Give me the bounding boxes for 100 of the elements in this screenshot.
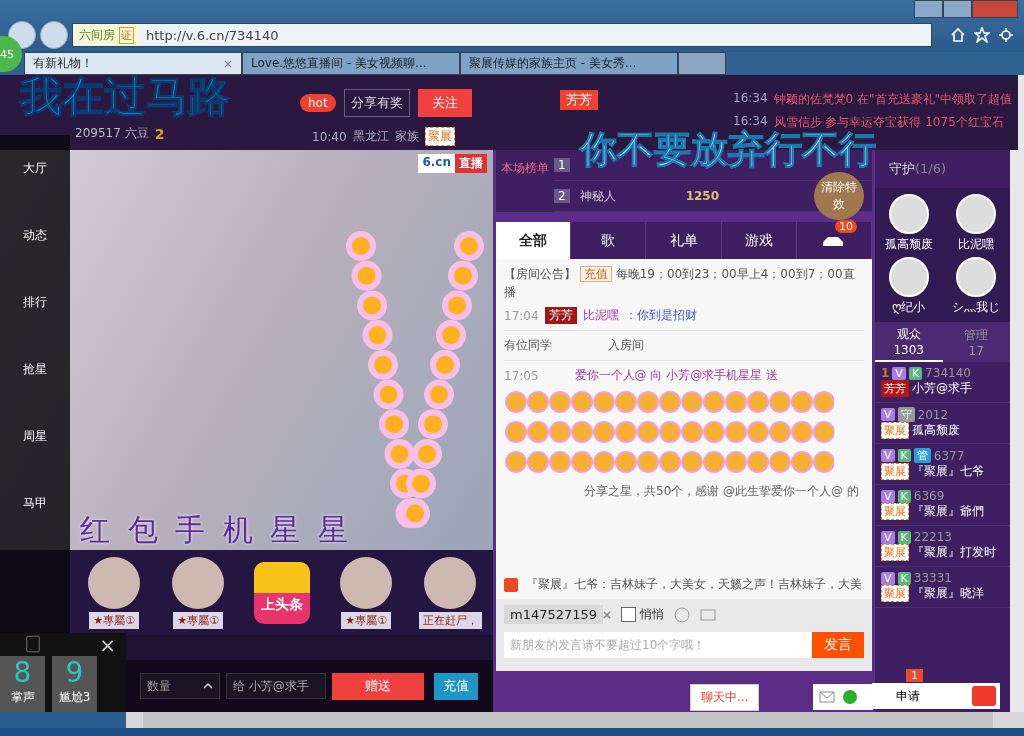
level-text: 2 [154, 125, 165, 142]
user-name[interactable]: 『聚展』七爷 [912, 463, 984, 480]
remove-icon[interactable] [603, 610, 612, 619]
host-flag: 芳芳 [560, 90, 598, 110]
user-badge: V [881, 530, 895, 544]
cert-badge: 证 [119, 26, 134, 44]
sidebar-item[interactable]: 周星 [0, 403, 70, 470]
user-name[interactable]: 『聚展』晓洋 [912, 585, 984, 602]
message-time: 17:05 [504, 368, 539, 383]
avatar-circle[interactable] [956, 194, 997, 234]
user-chip[interactable]: m147527159 [504, 605, 604, 624]
user-id: 33331 [913, 571, 952, 585]
count-badge: 1 [906, 669, 923, 682]
sidebar-item[interactable]: 动态 [0, 202, 70, 269]
message-time: 17:04 [504, 308, 539, 323]
user-id: 2012 [917, 407, 949, 422]
reaction-card[interactable]: 9 尴尬3 [52, 656, 97, 712]
scrollbar[interactable] [1010, 75, 1024, 712]
avatar-ribbon: ★專屬① [173, 611, 223, 629]
user-badge: V [881, 571, 895, 585]
address-bar[interactable]: 六间房 证 http://v.6.cn/734140 [72, 23, 932, 47]
chat-tab[interactable]: 全部 [496, 222, 572, 259]
user-name[interactable]: 『聚展』打发时 [912, 544, 996, 561]
user-badge: 守 [897, 407, 915, 422]
close-tab-button[interactable]: × [222, 56, 233, 71]
apply-label: 申请 [896, 687, 920, 705]
user-id: 6377 [933, 448, 965, 463]
guard-name: シ灬我じ [952, 299, 1001, 316]
video-caption: 红 包 手 机 星 星 [80, 513, 352, 546]
avatar-circle[interactable] [172, 556, 224, 609]
browser-tab[interactable]: 有新礼物！ × [24, 52, 242, 75]
user-name[interactable]: 『聚展』爺們 [912, 503, 984, 520]
sidebar-item[interactable]: 抢星 [0, 336, 70, 403]
avatar-circle[interactable] [888, 257, 929, 297]
mail-icon[interactable] [819, 691, 835, 703]
avatar-circle[interactable] [340, 556, 392, 609]
guard-name: 比泥嘿 [958, 236, 995, 253]
sidebar-item[interactable]: 大厅 [0, 135, 70, 202]
user-id: 734140 [925, 366, 971, 380]
url-text: http://v.6.cn/734140 [146, 27, 280, 43]
user-badge: V [892, 366, 906, 380]
system-message: 有位同学 [504, 337, 552, 354]
close-button[interactable]: × [99, 633, 116, 657]
scrollbar[interactable] [126, 712, 1024, 728]
settings-icon [998, 27, 1014, 43]
forward-button[interactable] [40, 21, 68, 49]
site-label: 六间房 [79, 26, 115, 44]
reaction-card[interactable]: 8 掌声 [0, 656, 45, 712]
apply-bar[interactable]: 申请 [872, 683, 1000, 709]
browser-tab[interactable]: Love.悠悠直播间 - 美女视频聊... [242, 52, 460, 75]
message-input[interactable]: 新朋友的发言请不要超过10个字哦！ [504, 632, 812, 658]
avatar-circle[interactable] [88, 556, 140, 609]
quantity-field[interactable]: 数量 [140, 673, 220, 699]
user-name[interactable]: 小芳@求手 [912, 380, 972, 397]
window-controls[interactable] [914, 0, 1018, 18]
avatar-circle[interactable] [956, 257, 997, 297]
gift-thanks-text: 分享之星，共50个，感谢 @此生挚爱你一个人@ 的 [584, 483, 860, 500]
count-badge: 10 [835, 220, 857, 233]
beans-text: 209517 六豆 [75, 125, 149, 142]
user-tag: 聚展 [881, 585, 909, 602]
user-badge: V [881, 489, 895, 503]
user-badge: V [881, 449, 895, 462]
user-badge: K [908, 366, 923, 380]
user-badge: V [881, 408, 895, 421]
new-tab-button[interactable] [678, 52, 726, 75]
avatar-ribbon: 正在赶尸， [418, 611, 482, 629]
overlay-text: 我在过马路 [20, 76, 230, 118]
message-text: ：你到是招财 [624, 307, 697, 324]
location-text: 黑龙江 [352, 128, 389, 145]
browser-tab[interactable]: 聚展传媒的家族主页 - 美女秀... [460, 52, 678, 75]
sidebar-item[interactable]: 排行 [0, 269, 70, 336]
speaker-icon [504, 577, 518, 592]
recipient-field[interactable]: 给 小芳@求手 [226, 673, 326, 699]
rank-number: 2 [554, 189, 570, 203]
guard-name: 孤高颓废 [884, 236, 933, 253]
chat-status[interactable]: 聊天中... [690, 684, 760, 711]
check-icon[interactable] [843, 690, 857, 704]
share-button[interactable]: 分享有奖 [343, 89, 410, 117]
user-badge: K [897, 489, 911, 503]
user-badge: K [897, 449, 911, 462]
avatar-circle[interactable] [888, 194, 929, 234]
audience-tab[interactable]: 管理 17 [942, 322, 1010, 362]
audience-tab[interactable]: 观众 1303 [875, 322, 943, 362]
phone-icon [26, 635, 40, 653]
avatar-ribbon: ★專屬① [89, 611, 139, 629]
user-name[interactable]: 比泥嘿 [582, 307, 619, 324]
ranking-label[interactable]: 本场榜单 [496, 150, 554, 212]
notice-text: 16:34 风雪信步 参与幸运夺宝获得 1075个红宝石 [733, 114, 1005, 129]
gift-message: 爱你一个人@ 向 小芳@求手机星星 送 [574, 367, 779, 384]
user-tag: 芳芳 [881, 380, 909, 397]
guard-title: 守护(1/6) [888, 160, 948, 178]
user-name[interactable]: 孤高颓废 [912, 422, 960, 439]
user-tag: 芳芳 [544, 307, 577, 324]
sidebar-item[interactable]: 马甲 [0, 470, 70, 537]
follow-button[interactable]: 关注 [417, 89, 472, 117]
headline-badge[interactable]: 上头条 [254, 561, 310, 624]
user-id: 6369 [913, 489, 945, 503]
avatar-circle[interactable] [424, 556, 476, 609]
send-gift-button[interactable]: 赠送 [332, 672, 424, 700]
whisper-checkbox[interactable]: 悄悄 [621, 606, 665, 623]
